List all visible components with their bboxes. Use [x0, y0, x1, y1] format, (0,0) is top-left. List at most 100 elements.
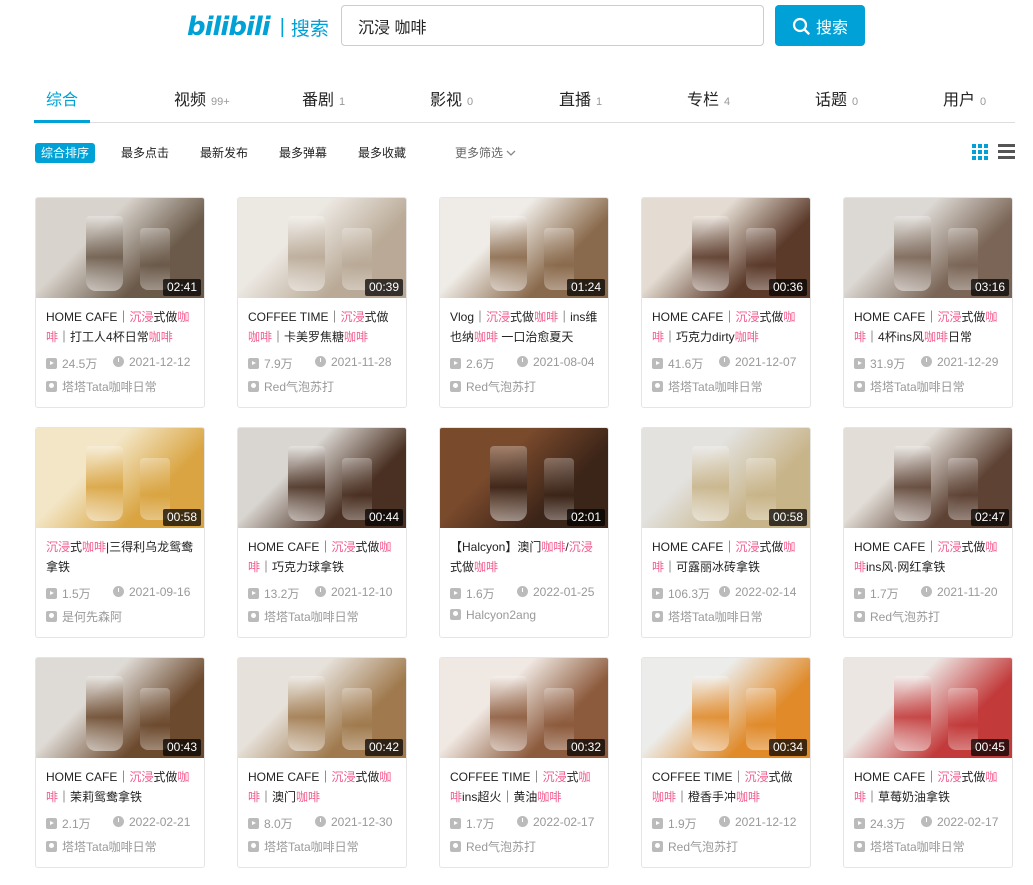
- title-fragment: 【Halcyon】澳门: [450, 540, 542, 554]
- video-card[interactable]: 00:58 沉浸式咖啡|三得利乌龙鸳鸯拿铁 1.5万 2021-09-16 是何…: [35, 427, 205, 638]
- upload-date: 2022-01-25: [517, 585, 594, 599]
- clock-icon: [921, 356, 932, 367]
- clock-icon: [315, 356, 326, 367]
- uploader-link[interactable]: Red气泡苏打: [854, 608, 940, 625]
- video-card[interactable]: 00:32 COFFEE TIME｜沉浸式咖啡ins超火｜黄油咖啡 1.7万 2…: [439, 657, 609, 868]
- tab-film[interactable]: 影视 0: [430, 86, 473, 110]
- video-thumbnail[interactable]: 00:36: [642, 198, 810, 298]
- title-fragment: 式: [70, 540, 83, 554]
- video-card[interactable]: 00:58 HOME CAFE｜沉浸式做咖啡｜可露丽冰砖拿铁 106.3万 20…: [641, 427, 811, 638]
- uploader-link[interactable]: Red气泡苏打: [652, 838, 738, 855]
- video-thumbnail[interactable]: 00:58: [642, 428, 810, 528]
- sort-newest[interactable]: 最新发布: [200, 143, 248, 163]
- uploader-link[interactable]: 塔塔Tata咖啡日常: [46, 378, 157, 395]
- video-card[interactable]: 00:45 HOME CAFE｜沉浸式做咖啡｜草莓奶油拿铁 24.3万 2022…: [843, 657, 1013, 868]
- view-count: 8.0万: [248, 815, 293, 832]
- video-title[interactable]: COFFEE TIME｜沉浸式咖啡ins超火｜黄油咖啡: [450, 767, 602, 809]
- video-title[interactable]: HOME CAFE｜沉浸式做咖啡｜澳门咖啡: [248, 767, 400, 809]
- video-thumbnail[interactable]: 03:16: [844, 198, 1012, 298]
- tab-topic[interactable]: 话题 0: [815, 86, 858, 110]
- uploader-link[interactable]: Red气泡苏打: [248, 378, 334, 395]
- bilibili-logo[interactable]: bilibili | 搜索: [187, 12, 329, 42]
- uploader-link[interactable]: Halcyon2ang: [450, 608, 536, 622]
- video-title[interactable]: HOME CAFE｜沉浸式做咖啡｜打工人4杯日常咖啡: [46, 307, 198, 349]
- title-fragment: ｜澳门: [260, 790, 297, 804]
- video-title[interactable]: 【Halcyon】澳门咖啡/沉浸式做咖啡: [450, 537, 602, 579]
- sort-most-clicks[interactable]: 最多点击: [121, 143, 169, 163]
- video-title[interactable]: HOME CAFE｜沉浸式做咖啡｜茉莉鸳鸯拿铁: [46, 767, 198, 809]
- title-fragment: 式做: [759, 310, 784, 324]
- video-card[interactable]: 00:36 HOME CAFE｜沉浸式做咖啡｜巧克力dirty咖啡 41.6万 …: [641, 197, 811, 408]
- title-fragment: ins超火｜黄油: [462, 790, 538, 804]
- video-thumbnail[interactable]: 00:44: [238, 428, 406, 528]
- tab-article[interactable]: 专栏 4: [687, 86, 730, 110]
- sort-most-favorites[interactable]: 最多收藏: [358, 143, 406, 163]
- uploader-link[interactable]: 塔塔Tata咖啡日常: [854, 838, 965, 855]
- uploader-link[interactable]: 塔塔Tata咖啡日常: [854, 378, 965, 395]
- video-thumbnail[interactable]: 02:41: [36, 198, 204, 298]
- more-filters-button[interactable]: 更多筛选: [455, 143, 516, 163]
- list-view-icon[interactable]: [998, 144, 1015, 160]
- video-card[interactable]: 03:16 HOME CAFE｜沉浸式做咖啡｜4杯ins风咖啡日常 31.9万 …: [843, 197, 1013, 408]
- video-card[interactable]: 02:01 【Halcyon】澳门咖啡/沉浸式做咖啡 1.6万 2022-01-…: [439, 427, 609, 638]
- title-fragment: HOME CAFE｜: [46, 310, 130, 324]
- video-card[interactable]: 00:43 HOME CAFE｜沉浸式做咖啡｜茉莉鸳鸯拿铁 2.1万 2022-…: [35, 657, 205, 868]
- video-title[interactable]: HOME CAFE｜沉浸式做咖啡｜巧克力球拿铁: [248, 537, 400, 579]
- tab-live[interactable]: 直播 1: [559, 86, 602, 110]
- video-title[interactable]: HOME CAFE｜沉浸式做咖啡｜4杯ins风咖啡日常: [854, 307, 1006, 349]
- video-thumbnail[interactable]: 02:01: [440, 428, 608, 528]
- video-card[interactable]: 00:34 COFFEE TIME｜沉浸式做咖啡｜橙香手冲咖啡 1.9万 202…: [641, 657, 811, 868]
- tab-bangumi[interactable]: 番剧 1: [302, 86, 345, 110]
- sort-default[interactable]: 综合排序: [35, 143, 96, 163]
- search-button[interactable]: 搜索: [775, 5, 865, 46]
- video-card[interactable]: 01:24 Vlog｜沉浸式做咖啡｜ins维也纳咖啡 一口治愈夏天 2.6万 2…: [439, 197, 609, 408]
- video-title[interactable]: HOME CAFE｜沉浸式做咖啡｜可露丽冰砖拿铁: [652, 537, 804, 579]
- title-fragment: 沉浸: [46, 540, 71, 554]
- video-title[interactable]: Vlog｜沉浸式做咖啡｜ins维也纳咖啡 一口治愈夏天: [450, 307, 602, 349]
- video-thumbnail[interactable]: 00:34: [642, 658, 810, 758]
- video-thumbnail[interactable]: 00:45: [844, 658, 1012, 758]
- video-card[interactable]: 00:39 COFFEE TIME｜沉浸式做咖啡｜卡美罗焦糖咖啡 7.9万 20…: [237, 197, 407, 408]
- uploader-link[interactable]: 是何先森阿: [46, 608, 122, 625]
- uploader-link[interactable]: 塔塔Tata咖啡日常: [652, 378, 763, 395]
- video-thumbnail[interactable]: 01:24: [440, 198, 608, 298]
- tab-all[interactable]: 综合: [46, 86, 78, 110]
- video-card[interactable]: 02:47 HOME CAFE｜沉浸式做咖啡ins风·网红拿铁 1.7万 202…: [843, 427, 1013, 638]
- uploader-link[interactable]: Red气泡苏打: [450, 378, 536, 395]
- play-count-icon: [46, 818, 57, 829]
- grid-view-icon[interactable]: [972, 144, 988, 160]
- video-title[interactable]: HOME CAFE｜沉浸式做咖啡ins风·网红拿铁: [854, 537, 1006, 579]
- video-thumbnail[interactable]: 00:58: [36, 428, 204, 528]
- cup-shape: [490, 446, 528, 521]
- video-thumbnail[interactable]: 02:47: [844, 428, 1012, 528]
- upload-date: 2021-11-28: [315, 355, 392, 369]
- tab-user[interactable]: 用户 0: [943, 86, 986, 110]
- video-card[interactable]: 02:41 HOME CAFE｜沉浸式做咖啡｜打工人4杯日常咖啡 24.5万 2…: [35, 197, 205, 408]
- uploader-link[interactable]: Red气泡苏打: [450, 838, 536, 855]
- video-title[interactable]: HOME CAFE｜沉浸式做咖啡｜草莓奶油拿铁: [854, 767, 1006, 809]
- uploader-link[interactable]: 塔塔Tata咖啡日常: [46, 838, 157, 855]
- video-title[interactable]: COFFEE TIME｜沉浸式做咖啡｜卡美罗焦糖咖啡: [248, 307, 400, 349]
- title-fragment: 沉浸: [129, 770, 154, 784]
- uploader-link[interactable]: 塔塔Tata咖啡日常: [248, 838, 359, 855]
- duration-badge: 00:39: [364, 279, 403, 296]
- video-thumbnail[interactable]: 00:42: [238, 658, 406, 758]
- sort-most-danmaku[interactable]: 最多弹幕: [279, 143, 327, 163]
- title-fragment: 式做: [364, 310, 389, 324]
- uploader-link[interactable]: 塔塔Tata咖啡日常: [652, 608, 763, 625]
- title-fragment: 式做: [961, 310, 986, 324]
- video-card[interactable]: 00:42 HOME CAFE｜沉浸式做咖啡｜澳门咖啡 8.0万 2021-12…: [237, 657, 407, 868]
- video-thumbnail[interactable]: 00:32: [440, 658, 608, 758]
- search-input[interactable]: [341, 5, 764, 46]
- video-title[interactable]: COFFEE TIME｜沉浸式做咖啡｜橙香手冲咖啡: [652, 767, 804, 809]
- uploader-link[interactable]: 塔塔Tata咖啡日常: [248, 608, 359, 625]
- upload-date: 2021-08-04: [517, 355, 594, 369]
- tab-video[interactable]: 视频 99+: [174, 86, 230, 110]
- video-thumbnail[interactable]: 00:43: [36, 658, 204, 758]
- video-title[interactable]: HOME CAFE｜沉浸式做咖啡｜巧克力dirty咖啡: [652, 307, 804, 349]
- video-thumbnail[interactable]: 00:39: [238, 198, 406, 298]
- video-card[interactable]: 00:44 HOME CAFE｜沉浸式做咖啡｜巧克力球拿铁 13.2万 2021…: [237, 427, 407, 638]
- title-fragment: 沉浸: [331, 770, 356, 784]
- video-title[interactable]: 沉浸式咖啡|三得利乌龙鸳鸯拿铁: [46, 537, 198, 579]
- title-fragment: ｜4杯ins风: [866, 330, 925, 344]
